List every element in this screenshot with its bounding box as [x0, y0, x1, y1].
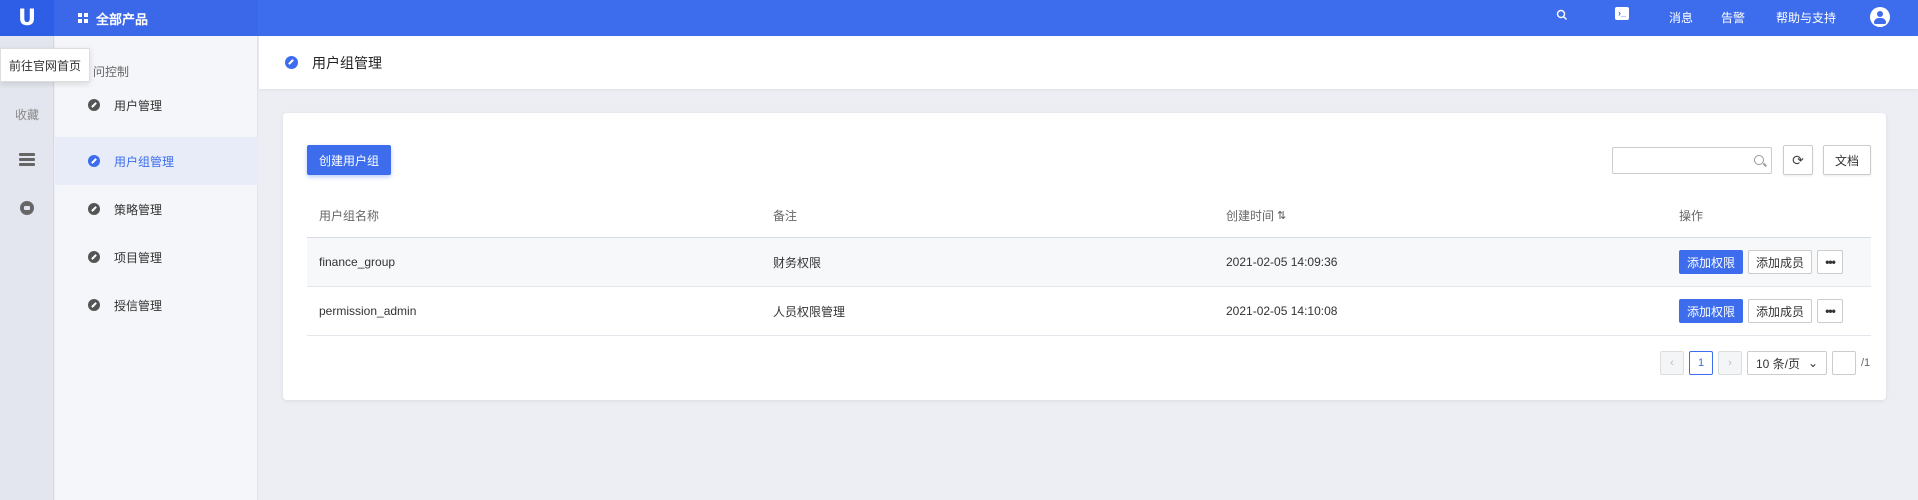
messages-link[interactable]: 消息 — [1669, 9, 1693, 26]
column-header-name: 用户组名称 — [319, 208, 380, 223]
group-remark: 财务权限 — [773, 255, 822, 270]
logo[interactable]: U — [0, 0, 54, 36]
favorites-label[interactable]: 收藏 — [0, 106, 54, 123]
total-pages: /1 — [1861, 357, 1871, 369]
page-jump-input[interactable] — [1832, 351, 1856, 375]
group-created: 2021-02-05 14:09:36 — [1226, 255, 1338, 269]
compass-icon — [88, 203, 100, 215]
column-header-created-label: 创建时间 — [1226, 208, 1275, 223]
left-rail: 收藏 — [0, 36, 54, 500]
page-header: 用户组管理 — [259, 36, 1918, 89]
sidebar-item-label: 授信管理 — [114, 298, 163, 313]
homepage-tooltip: 前往官网首页 — [0, 48, 90, 82]
group-created: 2021-02-05 14:10:08 — [1226, 304, 1338, 318]
compass-icon — [88, 299, 100, 311]
docs-button[interactable]: 文档 — [1823, 145, 1871, 175]
more-actions-button[interactable]: ••• — [1817, 299, 1843, 323]
grid-icon — [78, 13, 88, 23]
group-remark: 人员权限管理 — [773, 304, 846, 319]
compass-icon — [285, 56, 298, 69]
add-member-button[interactable]: 添加成员 — [1748, 250, 1812, 274]
row-actions: 添加权限 添加成员 ••• — [1679, 238, 1843, 286]
compass-icon — [88, 99, 100, 111]
add-member-button[interactable]: 添加成员 — [1748, 299, 1812, 323]
sidebar-item-users[interactable]: 用户管理 — [55, 81, 258, 129]
organization-icon[interactable] — [20, 201, 34, 215]
page-size-value: 10 条/页 — [1756, 356, 1801, 371]
current-page[interactable]: 1 — [1689, 351, 1713, 375]
table-row: finance_group 财务权限 2021-02-05 14:09:36 添… — [307, 238, 1871, 287]
table-header: 用户组名称 备注 创建时间 ⇅ 操作 — [307, 193, 1871, 238]
logo-text: U — [18, 5, 36, 31]
add-permission-button[interactable]: 添加权限 — [1679, 250, 1743, 274]
content-card: 创建用户组 ⟳ 文档 用户组名称 备注 创建时间 ⇅ 操作 finance_gr… — [283, 113, 1886, 400]
compass-icon — [88, 251, 100, 263]
refresh-icon: ⟳ — [1792, 151, 1804, 168]
search-icon[interactable] — [1556, 9, 1568, 21]
sidebar-item-label: 策略管理 — [114, 202, 163, 217]
sidebar-item-user-groups[interactable]: 用户组管理 — [55, 137, 258, 185]
search-icon[interactable] — [1754, 155, 1764, 165]
next-page-button[interactable]: › — [1718, 351, 1742, 375]
alarm-link[interactable]: 告警 — [1721, 9, 1745, 26]
sidebar-item-credit[interactable]: 授信管理 — [55, 281, 258, 329]
sort-icon[interactable]: ⇅ — [1277, 209, 1286, 222]
column-header-created[interactable]: 创建时间 ⇅ — [1226, 193, 1286, 237]
sidebar-item-projects[interactable]: 项目管理 — [55, 233, 258, 281]
sub-sidebar: 问控制 用户管理 用户组管理 策略管理 项目管理 授信管理 — [55, 36, 258, 500]
group-name: permission_admin — [319, 304, 417, 318]
row-actions: 添加权限 添加成员 ••• — [1679, 287, 1843, 335]
sidebar-item-policies[interactable]: 策略管理 — [55, 185, 258, 233]
sidebar-item-label: 项目管理 — [114, 250, 163, 265]
column-header-remark: 备注 — [773, 208, 798, 223]
more-actions-button[interactable]: ••• — [1817, 250, 1843, 274]
chevron-down-icon: ⌄ — [1807, 356, 1818, 370]
create-user-group-button[interactable]: 创建用户组 — [307, 145, 391, 175]
list-icon[interactable] — [19, 153, 35, 169]
sidebar-item-label: 用户组管理 — [114, 154, 175, 169]
add-permission-button[interactable]: 添加权限 — [1679, 299, 1743, 323]
sidebar-item-label: 用户管理 — [114, 98, 163, 113]
group-name: finance_group — [319, 255, 396, 269]
page-size-select[interactable]: 10 条/页 ⌄ — [1747, 351, 1827, 375]
compass-icon — [88, 155, 100, 167]
all-products-button[interactable]: 全部产品 — [54, 0, 258, 36]
prev-page-button[interactable]: ‹ — [1660, 351, 1684, 375]
refresh-button[interactable]: ⟳ — [1783, 145, 1813, 175]
all-products-label: 全部产品 — [96, 11, 149, 27]
terminal-icon[interactable]: ›_ — [1615, 7, 1629, 20]
user-avatar-icon[interactable] — [1870, 7, 1890, 27]
top-navbar: U 全部产品 ›_ 消息 告警 帮助与支持 — [0, 0, 1918, 36]
page-title: 用户组管理 — [312, 54, 382, 71]
user-group-table: 用户组名称 备注 创建时间 ⇅ 操作 finance_group 财务权限 20… — [307, 193, 1871, 336]
search-input[interactable] — [1613, 148, 1743, 173]
table-row: permission_admin 人员权限管理 2021-02-05 14:10… — [307, 287, 1871, 336]
search-field — [1612, 147, 1772, 174]
subnav-title: 问控制 — [93, 65, 130, 79]
pagination: ‹ 1 › 10 条/页 ⌄ /1 — [1660, 351, 1870, 375]
help-support-link[interactable]: 帮助与支持 — [1776, 9, 1836, 26]
column-header-actions: 操作 — [1679, 208, 1704, 223]
